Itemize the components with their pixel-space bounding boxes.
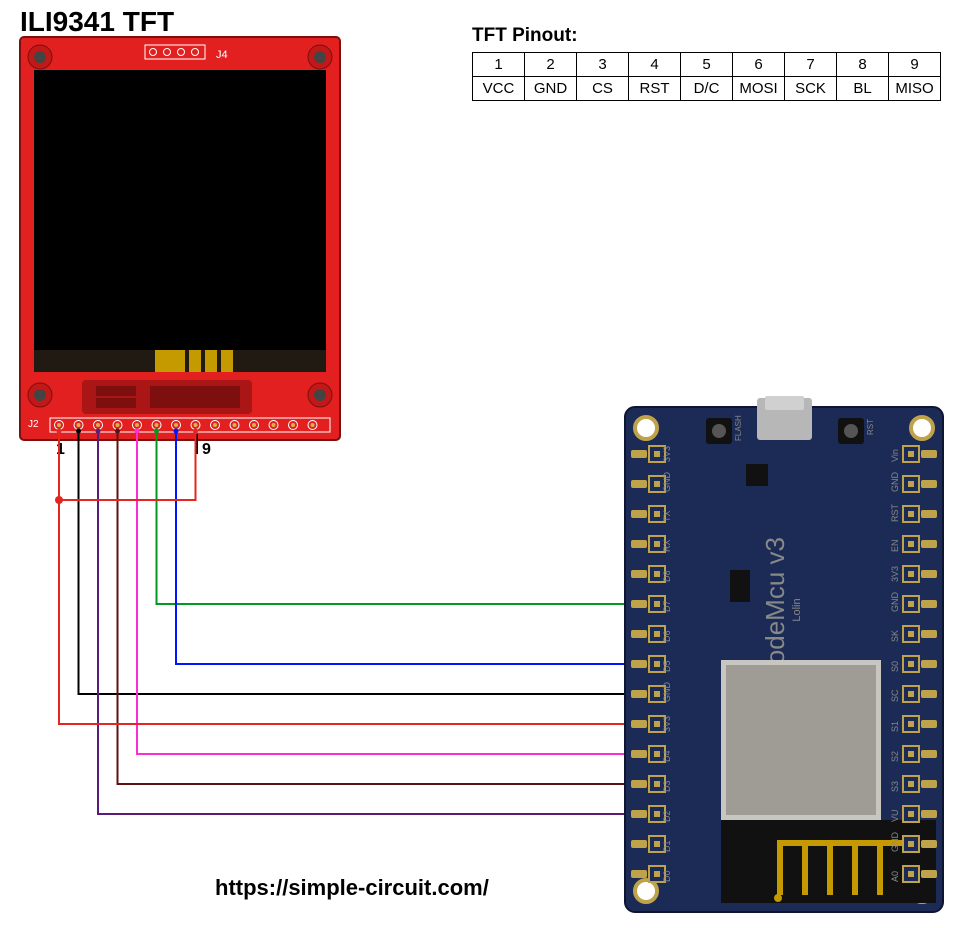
mcu-pin-label: 3V3 xyxy=(662,716,672,732)
wire-cs xyxy=(98,431,627,814)
wire-vcc xyxy=(59,431,627,724)
mcu-pin-label: D4 xyxy=(662,750,672,762)
wire-mosi xyxy=(157,431,628,604)
mcu-pin-label: D0 xyxy=(662,870,672,882)
mcu-pin-label: D7 xyxy=(662,600,672,612)
mcu-pin-label: GND xyxy=(890,592,900,613)
mcu-pin-label: GND xyxy=(890,472,900,493)
mcu-pin-label: 3V3 xyxy=(662,446,672,462)
wire-dc xyxy=(137,431,627,754)
board-subname: Lolin xyxy=(791,598,803,621)
mcu-pin-label: TX xyxy=(662,510,672,522)
mcu-pin-label: D8 xyxy=(662,570,672,582)
nodemcu-board: FLASH RST NodeMcu v3 Lolin 3V3GNDTXRXD8D… xyxy=(625,396,943,912)
mcu-pin-label: SC xyxy=(890,689,900,702)
mcu-pin-label: S1 xyxy=(890,721,900,732)
mcu-pin-label: D2 xyxy=(662,810,672,822)
mcu-pin-label: Vin xyxy=(890,449,900,462)
mcu-pin-label: EN xyxy=(890,539,900,552)
mcu-pin-label: VU xyxy=(890,809,900,822)
mcu-pin-label: D1 xyxy=(662,840,672,852)
mcu-pin-label: SK xyxy=(890,630,900,642)
tft-pin-start: 1 xyxy=(56,441,65,458)
mcu-pin-label: A0 xyxy=(890,871,900,882)
tft-module: J4 J2 xyxy=(20,37,340,440)
header-j4-label: J4 xyxy=(216,49,228,61)
wire-gnd xyxy=(79,431,628,694)
header-j2-label: J2 xyxy=(28,419,39,430)
mcu-pin-label: D6 xyxy=(662,630,672,642)
mcu-pin-label: S3 xyxy=(890,781,900,792)
mcu-pin-label: 3V3 xyxy=(890,566,900,582)
wire-sck xyxy=(176,431,627,664)
mcu-pin-label: S0 xyxy=(890,661,900,672)
rst-button-label: RST xyxy=(866,419,875,435)
mcu-pin-label: RST xyxy=(890,503,900,522)
mcu-pin-label: GND xyxy=(662,472,672,493)
mcu-pin-label: S2 xyxy=(890,751,900,762)
mcu-pin-label: D3 xyxy=(662,780,672,792)
mcu-pin-label: D5 xyxy=(662,660,672,672)
mcu-pin-label: GND xyxy=(890,832,900,853)
tft-pin-end: 9 xyxy=(202,441,211,458)
wire-rst xyxy=(118,431,628,784)
diagram-canvas: J4 J2 1 9 FLASH RST N xyxy=(0,0,960,928)
mcu-pin-label: RX xyxy=(662,539,672,552)
mcu-pin-label: GND xyxy=(662,682,672,703)
flash-button-label: FLASH xyxy=(734,415,743,441)
